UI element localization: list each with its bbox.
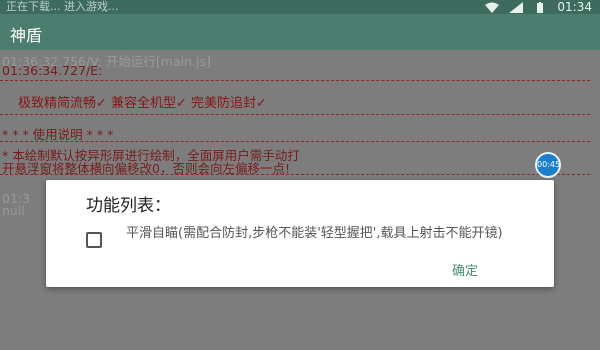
battery-icon	[537, 1, 544, 13]
ok-button[interactable]: 确定	[452, 260, 478, 279]
smooth-aim-option-label[interactable]: 平滑自瞄(需配合防封,步枪不能装'轻型握把',载具上射击不能开镜)	[126, 226, 536, 242]
clock: 01:34	[557, 0, 592, 14]
status-bar: 正在下载... 进入游戏... 01:34	[0, 0, 600, 14]
divider	[0, 141, 590, 142]
floating-window-button[interactable]: 00:45	[535, 152, 561, 178]
status-icons: 01:34	[485, 0, 592, 14]
notification-text: 正在下载... 进入游戏...	[6, 0, 119, 13]
app-title: 神盾	[10, 26, 43, 45]
signal-icon	[509, 1, 524, 13]
divider	[0, 80, 590, 81]
divider	[0, 114, 590, 115]
log-features: 极致精简流畅✓ 兼容全机型✓ 完美防追封✓	[18, 96, 267, 111]
app-bar: 神盾	[0, 14, 600, 50]
function-list-dialog: 功能列表： 平滑自瞄(需配合防封,步枪不能装'轻型握把',载具上射击不能开镜) …	[46, 180, 554, 287]
dialog-title: 功能列表：	[86, 196, 171, 216]
log-line: null	[2, 203, 25, 218]
log-line: 01:36:34.727/E:	[2, 63, 103, 78]
divider	[0, 174, 590, 175]
smooth-aim-checkbox[interactable]	[86, 232, 102, 248]
wifi-icon	[485, 2, 500, 13]
